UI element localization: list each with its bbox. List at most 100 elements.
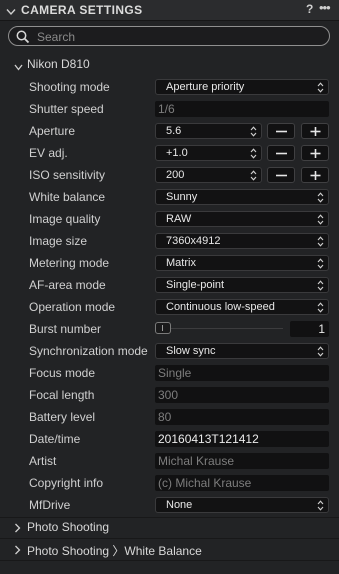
plus-icon	[310, 171, 321, 180]
chevron-down-icon[interactable]	[14, 60, 23, 74]
iso-increase-button[interactable]	[301, 167, 329, 183]
search-input[interactable]	[35, 28, 319, 46]
up-down-arrows-icon	[317, 214, 324, 228]
chevron-down-icon[interactable]	[6, 5, 16, 19]
datetime-field[interactable]: 20160413T121412	[155, 431, 329, 447]
setting-row-af-area-mode: AF-area mode Single-point	[0, 274, 339, 296]
white-balance-select[interactable]: Sunny	[155, 189, 329, 205]
shooting-mode-select[interactable]: Aperture priority	[155, 79, 329, 95]
burst-number-slider[interactable]	[155, 321, 285, 337]
select-value: +1.0	[166, 147, 188, 159]
chevron-right-icon[interactable]	[14, 522, 21, 536]
setting-label: Image quality	[29, 212, 101, 226]
setting-row-shutter-speed: Shutter speed 1/6	[0, 98, 339, 120]
field-value: 1	[318, 322, 325, 336]
group-header-nikon-d810[interactable]: Nikon D810	[0, 54, 339, 74]
setting-label: MfDrive	[29, 498, 71, 512]
setting-label: Operation mode	[29, 300, 116, 314]
setting-label: Date/time	[29, 432, 81, 446]
setting-label: Focal length	[29, 388, 95, 402]
up-down-arrows-icon	[317, 280, 324, 294]
plus-icon	[310, 149, 321, 158]
slider-thumb[interactable]	[155, 322, 171, 334]
field-value: 20160413T121412	[158, 432, 259, 446]
select-value: Single-point	[166, 279, 225, 291]
setting-label: Copyright info	[29, 476, 104, 490]
panel-header[interactable]: CAMERA SETTINGS ? •••	[0, 0, 339, 21]
group-header-photo-shooting[interactable]: Photo Shooting	[0, 517, 339, 537]
select-value: 200	[166, 169, 185, 181]
ev-increase-button[interactable]	[301, 145, 329, 161]
select-value: 7360x4912	[166, 235, 221, 247]
up-down-arrows-icon	[250, 170, 257, 184]
artist-field: Michal Krause	[155, 453, 329, 469]
setting-label: Focus mode	[29, 366, 96, 380]
iso-decrease-button[interactable]	[267, 167, 295, 183]
aperture-increase-button[interactable]	[301, 123, 329, 139]
field-value: 80	[158, 410, 172, 424]
select-value: None	[166, 499, 193, 511]
ev-adj-select[interactable]: +1.0	[155, 145, 262, 161]
help-icon[interactable]: ?	[306, 2, 313, 16]
up-down-arrows-icon	[317, 236, 324, 250]
field-value: Michal Krause	[158, 454, 235, 468]
more-options-icon[interactable]: •••	[319, 0, 331, 15]
setting-row-image-size: Image size 7360x4912	[0, 230, 339, 252]
field-value: (c) Michal Krause	[158, 476, 252, 490]
up-down-arrows-icon	[317, 302, 324, 316]
setting-row-battery-level: Battery level 80	[0, 406, 339, 428]
focus-mode-field: Single	[155, 365, 329, 381]
group-header-photo-shooting-white-balance[interactable]: Photo Shooting 〉White Balance	[0, 539, 339, 559]
setting-label: Aperture	[29, 124, 76, 138]
image-quality-select[interactable]: RAW	[155, 211, 329, 227]
search-box[interactable]	[8, 26, 330, 46]
aperture-decrease-button[interactable]	[267, 123, 295, 139]
aperture-select[interactable]: 5.6	[155, 123, 262, 139]
up-down-arrows-icon	[317, 346, 324, 360]
plus-icon	[310, 127, 321, 136]
focal-length-field: 300	[155, 387, 329, 403]
camera-settings-panel: CAMERA SETTINGS ? ••• Nikon D810 Shootin…	[0, 0, 339, 574]
up-down-arrows-icon	[250, 148, 257, 162]
burst-number-field[interactable]: 1	[290, 321, 329, 337]
minus-icon	[276, 174, 287, 177]
setting-row-artist: Artist Michal Krause	[0, 450, 339, 472]
setting-row-white-balance: White balance Sunny	[0, 186, 339, 208]
mfdrive-select[interactable]: None	[155, 497, 329, 513]
setting-row-mfdrive: MfDrive None	[0, 494, 339, 516]
setting-label: Image size	[29, 234, 88, 248]
setting-label: Metering mode	[29, 256, 110, 270]
sync-mode-select[interactable]: Slow sync	[155, 343, 329, 359]
af-area-mode-select[interactable]: Single-point	[155, 277, 329, 293]
ev-decrease-button[interactable]	[267, 145, 295, 161]
group-label: Photo Shooting 〉White Balance	[27, 544, 202, 558]
setting-row-datetime: Date/time 20160413T121412	[0, 428, 339, 450]
select-value: Aperture priority	[166, 81, 245, 93]
up-down-arrows-icon	[317, 258, 324, 272]
setting-label: Shutter speed	[29, 102, 104, 116]
chevron-right-icon[interactable]	[14, 544, 21, 558]
setting-row-aperture: Aperture 5.6	[0, 120, 339, 142]
group-label: Nikon D810	[27, 57, 90, 71]
setting-label: Artist	[29, 454, 57, 468]
setting-label: Synchronization mode	[29, 344, 148, 358]
iso-select[interactable]: 200	[155, 167, 262, 183]
setting-label: Shooting mode	[29, 80, 110, 94]
setting-row-burst-number: Burst number 1	[0, 318, 339, 340]
select-value: Continuous low-speed	[166, 301, 275, 313]
image-size-select[interactable]: 7360x4912	[155, 233, 329, 249]
field-value: 300	[158, 388, 179, 402]
setting-label: EV adj.	[29, 146, 68, 160]
setting-row-image-quality: Image quality RAW	[0, 208, 339, 230]
setting-label: ISO sensitivity	[29, 168, 106, 182]
select-value: RAW	[166, 213, 192, 225]
metering-mode-select[interactable]: Matrix	[155, 255, 329, 271]
field-value: 1/6	[158, 102, 175, 116]
slider-track[interactable]	[157, 328, 283, 329]
operation-mode-select[interactable]: Continuous low-speed	[155, 299, 329, 315]
setting-label: AF-area mode	[29, 278, 106, 292]
select-value: 5.6	[166, 125, 182, 137]
group-label: Photo Shooting	[27, 520, 110, 534]
divider	[0, 560, 339, 561]
setting-row-focal-length: Focal length 300	[0, 384, 339, 406]
